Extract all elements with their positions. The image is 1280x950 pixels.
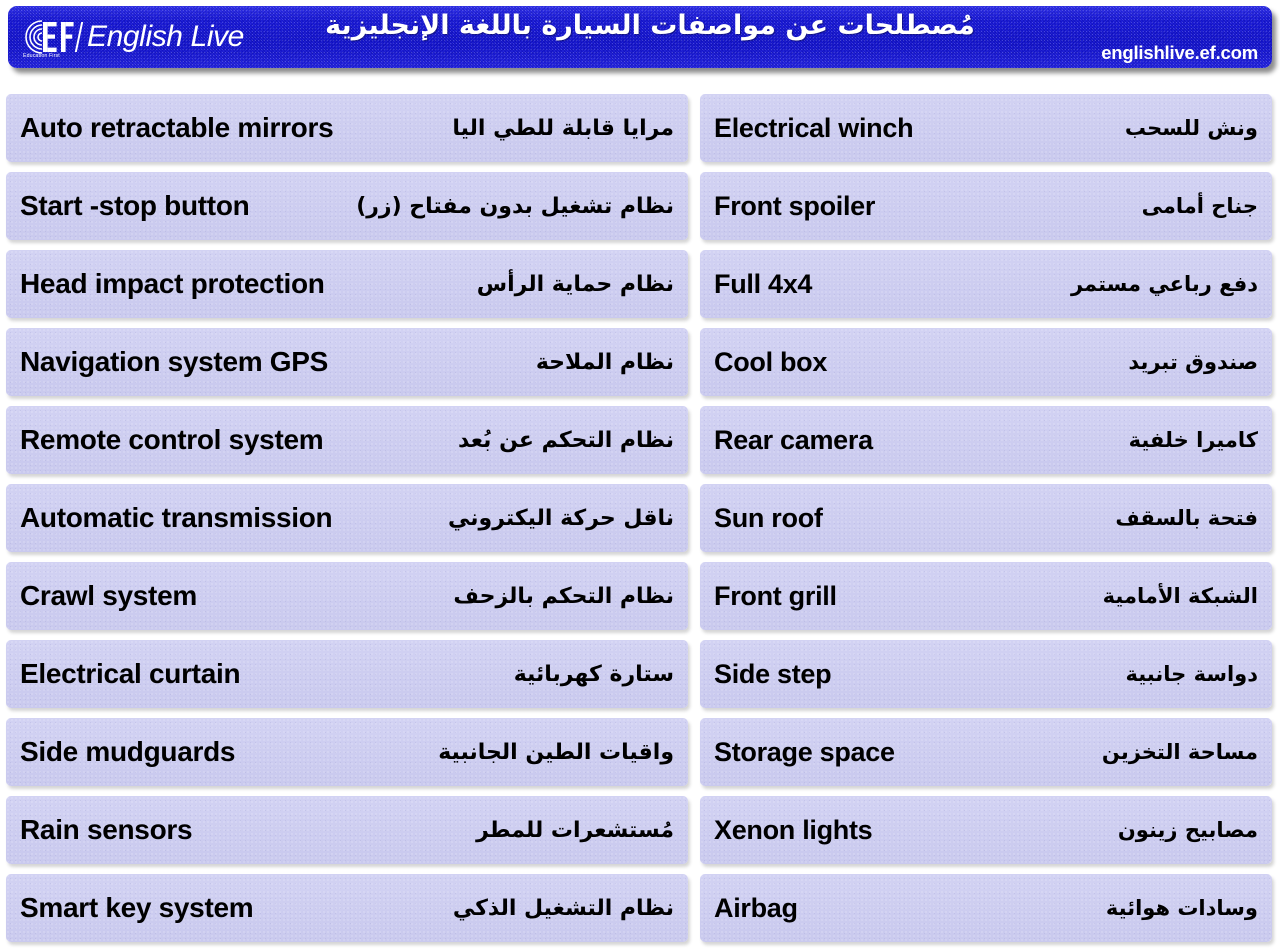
term-row: Cool box صندوق تبريد [700, 328, 1272, 396]
term-arabic: نظام تشغيل بدون مفتاح (زر) [356, 193, 674, 219]
website-url: englishlive.ef.com [1101, 42, 1258, 63]
term-arabic: كاميرا خلفية [1128, 428, 1258, 452]
term-english: Electrical winch [714, 112, 914, 143]
term-english: Side mudguards [20, 736, 236, 767]
term-english: Front spoiler [714, 190, 876, 221]
term-row: Crawl system نظام التحكم بالزحف [6, 562, 688, 630]
term-english: Navigation system GPS [20, 346, 329, 377]
term-row: Navigation system GPS نظام الملاحة [6, 328, 688, 396]
brand-logo: Education First English Live [22, 12, 244, 62]
term-row: Rain sensors مُستشعرات للمطر [6, 796, 688, 864]
term-arabic: ونش للسحب [1124, 116, 1258, 140]
term-arabic: ناقل حركة اليكتروني [448, 505, 674, 531]
term-english: Xenon lights [714, 814, 873, 845]
term-arabic: دفع رباعي مستمر [1070, 272, 1258, 296]
term-arabic: نظام التحكم عن بُعد [458, 427, 674, 453]
term-arabic: مساحة التخزين [1101, 740, 1258, 764]
header-banner: Education First English Live مُصطلحات عن… [8, 6, 1272, 68]
term-english: Sun roof [714, 502, 823, 533]
term-arabic: مرايا قابلة للطي اليا [452, 115, 674, 141]
terms-column-left: Auto retractable mirrors مرايا قابلة للطي… [6, 94, 688, 942]
term-row: Electrical curtain ستارة كهربائية [6, 640, 688, 708]
term-arabic: دواسة جانبية [1125, 662, 1258, 686]
term-english: Storage space [714, 736, 895, 767]
term-row: Xenon lights مصابيح زينون [700, 796, 1272, 864]
term-arabic: الشبكة الأمامية [1102, 584, 1258, 608]
term-row: Start -stop button نظام تشغيل بدون مفتاح … [6, 172, 688, 240]
term-row: Remote control system نظام التحكم عن بُعد [6, 406, 688, 474]
term-english: Full 4x4 [714, 268, 813, 299]
term-arabic: نظام التحكم بالزحف [453, 583, 674, 609]
term-english: Front grill [714, 580, 837, 611]
term-row: Auto retractable mirrors مرايا قابلة للطي… [6, 94, 688, 162]
term-arabic: نظام الملاحة [535, 349, 674, 375]
term-row: Side mudguards واقيات الطين الجانبية [6, 718, 688, 786]
logo-divider [74, 22, 84, 52]
term-row: Automatic transmission ناقل حركة اليكترون… [6, 484, 688, 552]
term-english: Remote control system [20, 424, 324, 455]
term-english: Start -stop button [20, 190, 250, 221]
brand-tagline: Education First [23, 51, 60, 58]
term-row: Side step دواسة جانبية [700, 640, 1272, 708]
term-arabic: مصابيح زينون [1117, 818, 1258, 842]
term-english: Airbag [714, 892, 798, 923]
term-english: Rain sensors [20, 814, 193, 845]
term-english: Smart key system [20, 892, 254, 923]
term-row: Full 4x4 دفع رباعي مستمر [700, 250, 1272, 318]
term-english: Auto retractable mirrors [20, 112, 334, 143]
term-arabic: نظام حماية الرأس [476, 271, 674, 297]
term-arabic: جناح أمامى [1141, 194, 1258, 218]
term-arabic: فتحة بالسقف [1115, 506, 1258, 530]
ef-education-first-logo-icon: Education First [22, 17, 74, 58]
term-row: Head impact protection نظام حماية الرأس [6, 250, 688, 318]
term-english: Crawl system [20, 580, 197, 611]
term-english: Rear camera [714, 424, 873, 455]
term-arabic: صندوق تبريد [1128, 350, 1258, 374]
term-arabic: نظام التشغيل الذكي [452, 895, 674, 921]
terms-table: Auto retractable mirrors مرايا قابلة للطي… [0, 94, 1280, 942]
term-row: Airbag وسادات هوائية [700, 874, 1272, 942]
term-row: Front spoiler جناح أمامى [700, 172, 1272, 240]
term-row: Storage space مساحة التخزين [700, 718, 1272, 786]
term-english: Cool box [714, 346, 828, 377]
term-english: Head impact protection [20, 268, 325, 299]
term-row: Sun roof فتحة بالسقف [700, 484, 1272, 552]
term-arabic: واقيات الطين الجانبية [438, 739, 674, 765]
term-arabic: ستارة كهربائية [513, 661, 674, 687]
poster-page: Education First English Live مُصطلحات عن… [0, 6, 1280, 950]
term-english: Side step [714, 658, 832, 689]
term-english: Electrical curtain [20, 658, 241, 689]
term-arabic: مُستشعرات للمطر [476, 817, 674, 843]
terms-column-right: Electrical winch ونش للسحب Front spoiler جن… [700, 94, 1272, 942]
term-row: Smart key system نظام التشغيل الذكي [6, 874, 688, 942]
term-arabic: وسادات هوائية [1105, 896, 1258, 920]
brand-name: English Live [87, 20, 244, 53]
term-row: Rear camera كاميرا خلفية [700, 406, 1272, 474]
term-row: Front grill الشبكة الأمامية [700, 562, 1272, 630]
term-row: Electrical winch ونش للسحب [700, 94, 1272, 162]
term-english: Automatic transmission [20, 502, 333, 533]
